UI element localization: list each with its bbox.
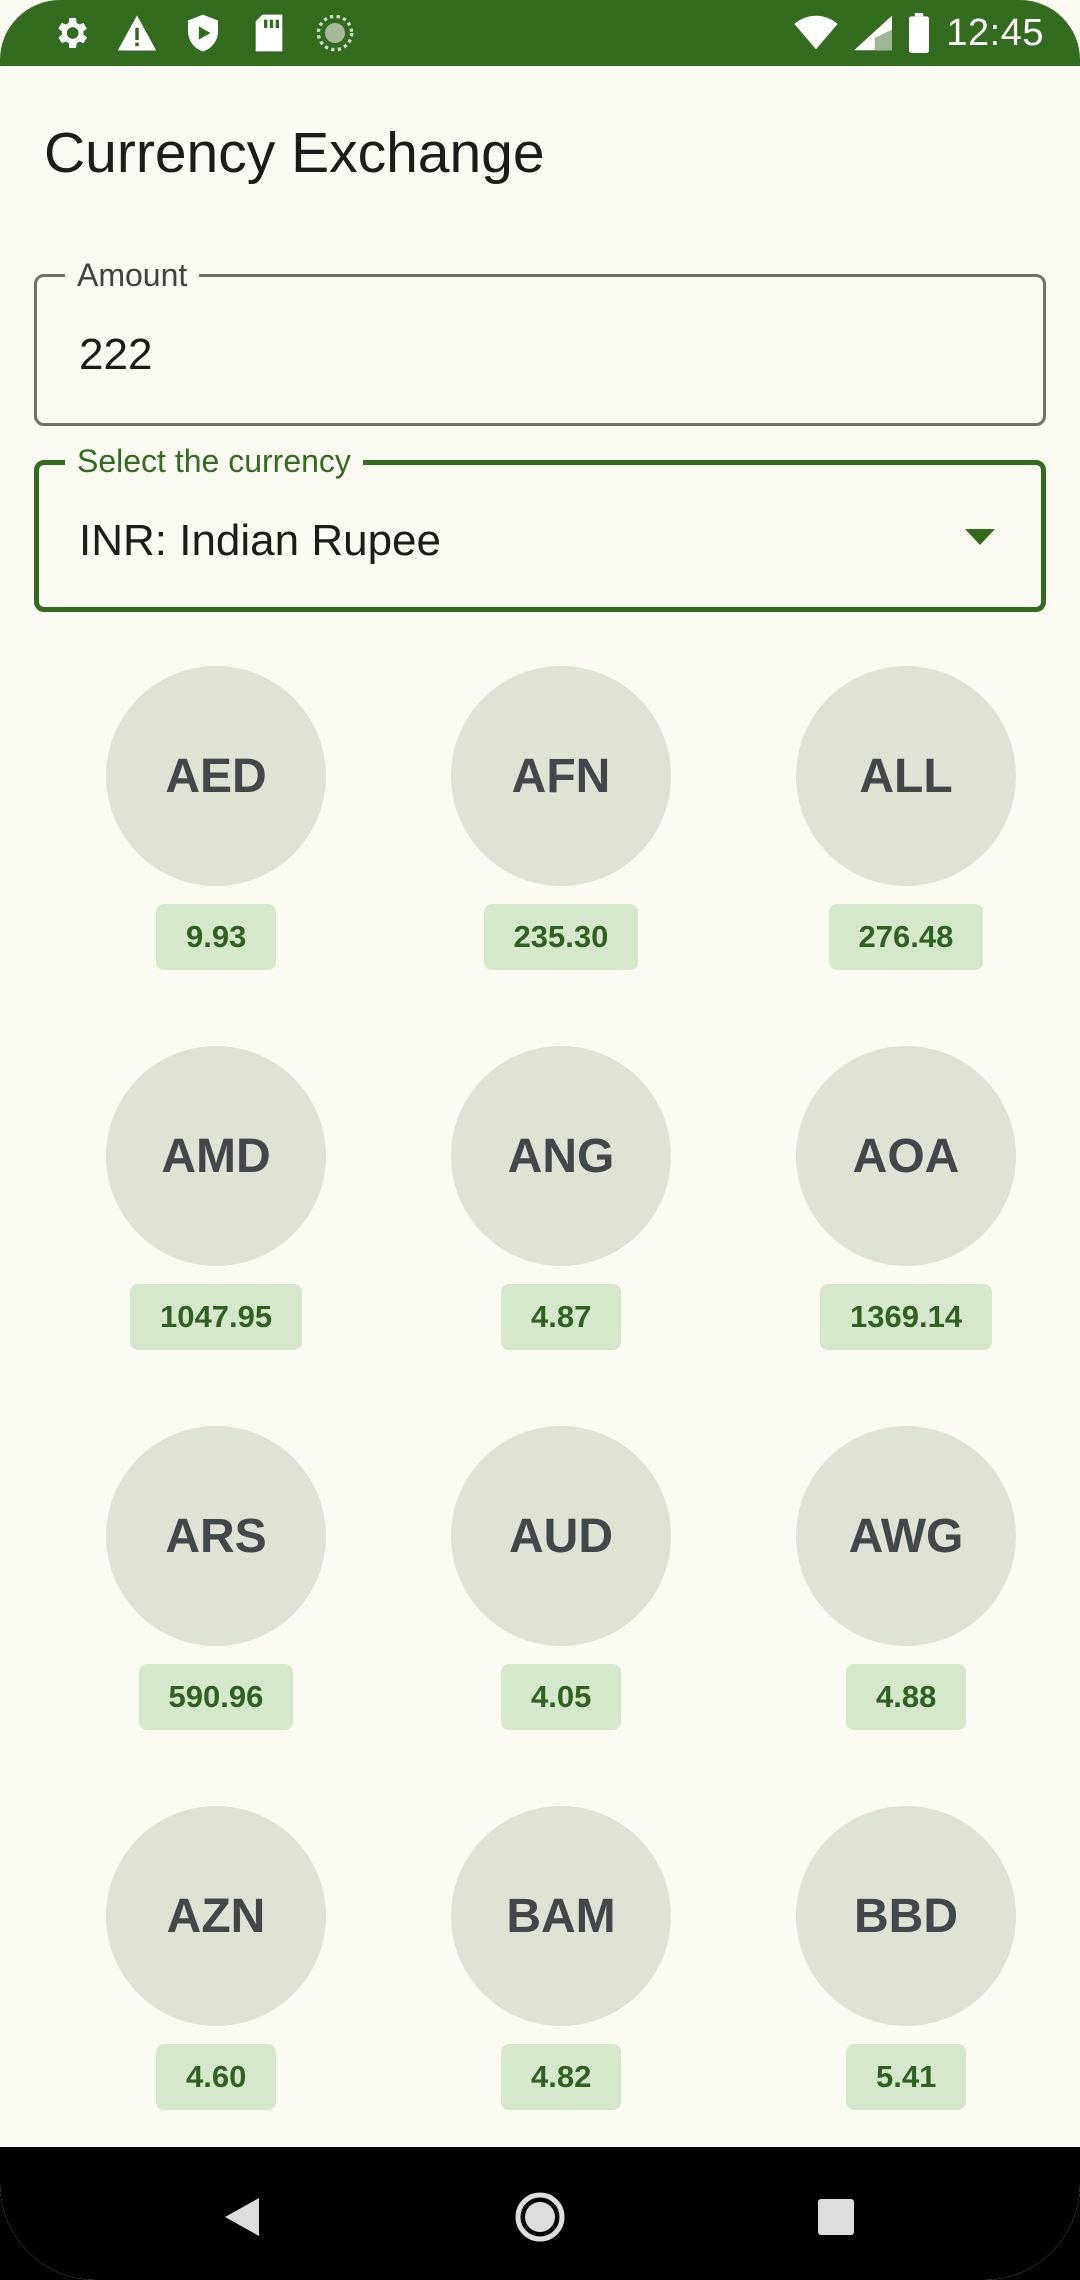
currency-code: AWG	[848, 1509, 964, 1563]
converted-value-badge: 276.48	[828, 904, 984, 970]
home-icon[interactable]	[510, 2187, 570, 2247]
sd-card-icon	[248, 12, 290, 54]
sync-icon	[314, 12, 356, 54]
currency-code: AFN	[511, 749, 611, 803]
converted-value-badge: 1369.14	[820, 1284, 993, 1350]
amount-input[interactable]: 222	[79, 327, 939, 383]
currency-code: AOA	[852, 1129, 960, 1183]
currency-code: BBD	[854, 1889, 958, 1943]
currency-code: AMD	[161, 1129, 271, 1183]
signal-icon	[854, 15, 893, 51]
currency-circle[interactable]: AMD	[106, 1046, 326, 1266]
converted-value-badge: 1047.95	[130, 1284, 303, 1350]
currency-item-aud[interactable]: AUD 4.05	[366, 1426, 711, 1806]
currency-circle[interactable]: AFN	[451, 666, 671, 886]
currency-item-aed[interactable]: AED 9.93	[21, 666, 366, 1046]
currency-circle[interactable]: ALL	[796, 666, 1016, 886]
converted-value-badge: 9.93	[156, 904, 277, 970]
navigation-bar	[0, 2147, 1080, 2280]
currency-circle[interactable]: BBD	[796, 1806, 1016, 2026]
currency-select[interactable]: Select the currency INR: Indian Rupee	[34, 441, 1046, 612]
converted-value-badge: 5.41	[846, 2044, 967, 2110]
currency-circle[interactable]: BAM	[451, 1806, 671, 2026]
back-icon[interactable]	[212, 2187, 272, 2247]
currency-circle[interactable]: ARS	[106, 1426, 326, 1646]
status-time: 12:45	[946, 11, 1044, 54]
currency-item-bbd[interactable]: BBD 5.41	[711, 1806, 1056, 2186]
shield-icon	[182, 12, 224, 54]
settings-icon	[50, 12, 92, 54]
converted-value-badge: 4.87	[501, 1284, 622, 1350]
converted-value-badge: 590.96	[138, 1664, 294, 1730]
currency-select-label: Select the currency	[65, 441, 363, 481]
wifi-icon	[794, 15, 839, 51]
currency-item-afn[interactable]: AFN 235.30	[366, 666, 711, 1046]
dropdown-arrow-icon[interactable]	[965, 529, 995, 547]
currency-item-all[interactable]: ALL 276.48	[711, 666, 1056, 1046]
currency-code: AUD	[509, 1509, 613, 1563]
currency-circle[interactable]: AOA	[796, 1046, 1016, 1266]
warning-icon	[116, 12, 158, 54]
currency-item-azn[interactable]: AZN 4.60	[21, 1806, 366, 2186]
currency-code: AZN	[166, 1889, 266, 1943]
amount-field[interactable]: Amount 222	[34, 255, 1046, 426]
currency-item-amd[interactable]: AMD 1047.95	[21, 1046, 366, 1426]
recents-icon[interactable]	[806, 2187, 866, 2247]
currency-code: ALL	[859, 749, 953, 803]
currency-item-ang[interactable]: ANG 4.87	[366, 1046, 711, 1426]
currency-circle[interactable]: ANG	[451, 1046, 671, 1266]
currency-code: AED	[165, 749, 267, 803]
currency-circle[interactable]: AED	[106, 666, 326, 886]
currency-circle[interactable]: AZN	[106, 1806, 326, 2026]
status-bar: 12:45	[0, 0, 1080, 66]
currency-code: BAM	[506, 1889, 616, 1943]
currency-circle[interactable]: AWG	[796, 1426, 1016, 1646]
app-screen: 12:45 Currency Exchange Amount 222 Selec…	[0, 0, 1080, 2280]
currency-circle[interactable]: AUD	[451, 1426, 671, 1646]
converted-value-badge: 235.30	[483, 904, 639, 970]
currency-code: ARS	[165, 1509, 267, 1563]
converted-value-badge: 4.60	[156, 2044, 277, 2110]
currency-item-bam[interactable]: BAM 4.82	[366, 1806, 711, 2186]
currency-select-value[interactable]: INR: Indian Rupee	[79, 513, 939, 569]
converted-value-badge: 4.88	[846, 1664, 967, 1730]
currency-item-aoa[interactable]: AOA 1369.14	[711, 1046, 1056, 1426]
battery-icon	[908, 13, 930, 53]
amount-field-label: Amount	[65, 255, 200, 295]
currency-item-ars[interactable]: ARS 590.96	[21, 1426, 366, 1806]
currency-code: ANG	[507, 1129, 615, 1183]
page-title: Currency Exchange	[44, 121, 545, 185]
converted-value-badge: 4.82	[501, 2044, 622, 2110]
converted-value-badge: 4.05	[501, 1664, 622, 1730]
currency-item-awg[interactable]: AWG 4.88	[711, 1426, 1056, 1806]
